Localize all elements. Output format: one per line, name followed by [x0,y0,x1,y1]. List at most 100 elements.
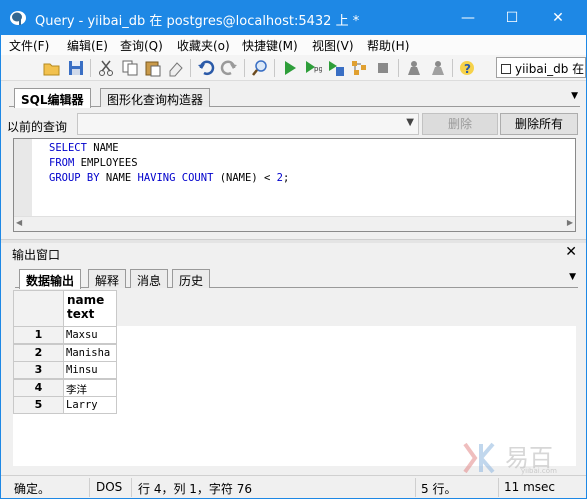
horizontal-scrollbar[interactable]: ◀ ▶ [14,216,575,231]
menu-query[interactable]: 查询(Q) [120,37,163,54]
sql-editor[interactable]: SELECT NAME FROM EMPLOYEES GROUP BY NAME H… [13,138,576,232]
minimize-button[interactable]: — [445,1,491,35]
previous-queries-select[interactable]: ▼ [77,113,419,135]
status-encoding: DOS [96,480,123,494]
find-icon[interactable] [251,59,269,77]
pgadmin-elephant-icon [10,11,26,25]
panel-splitter[interactable] [1,239,586,243]
tab-list-arrow-icon[interactable]: ▼ [571,91,578,101]
close-button[interactable]: ✕ [535,1,581,35]
toolbar-separator [398,59,399,77]
delete-all-button[interactable]: 删除所有 [500,113,578,135]
maximize-button[interactable]: ☐ [489,1,535,35]
stop-icon[interactable] [374,59,392,77]
grid-corner[interactable] [13,290,64,327]
sql-line: GROUP BY NAME HAVING COUNT (NAME) < 2; [49,171,289,186]
tab-explain[interactable]: 解释 [88,269,127,288]
copy-icon[interactable] [121,59,139,77]
sql-keyword: FROM [49,157,75,169]
previous-queries-label: 以前的查询 [7,120,68,134]
menu-view[interactable]: 视图(V) [312,37,354,54]
row-number[interactable]: 1 [13,326,64,344]
database-selector[interactable]: yiibai_db 在 [496,57,586,78]
status-message: 确定。 [14,482,51,496]
title-bar[interactable]: Query - yiibai_db 在 postgres@localhost:5… [1,1,586,35]
menu-bar: 文件(F) 编辑(E) 查询(Q) 收藏夹(o) 快捷键(M) 视图(V) 帮助… [1,35,586,55]
output-pane-title: 输出窗口 [12,248,61,262]
tab-data-output[interactable]: 数据输出 [19,269,82,289]
undo-icon[interactable] [197,59,215,77]
toolbar-separator [244,59,245,77]
database-label: yiibai_db 在 [515,62,585,76]
tab-graphical-query-builder[interactable]: 图形化查询构造器 [100,88,211,107]
sql-text: NAME [86,142,119,154]
menu-favorites[interactable]: 收藏夹(o) [177,37,230,54]
svg-text:pg: pg [314,65,322,73]
row-number[interactable]: 3 [13,361,64,379]
sql-keyword: COUNT [181,172,214,184]
rollback-icon[interactable] [429,59,447,77]
header-stripe [117,290,576,326]
commit-icon[interactable] [405,59,423,77]
sql-text: NAME [99,172,138,184]
column-type: text [67,307,95,321]
paste-icon[interactable] [144,59,162,77]
status-separator [131,478,132,497]
sql-keyword: SELECT [49,142,87,154]
help-icon[interactable]: ? [458,59,476,77]
execute-to-file-icon[interactable] [327,59,345,77]
scroll-left-icon[interactable]: ◀ [16,218,22,227]
toolbar-separator [452,59,453,77]
table-cell[interactable]: Manisha [63,343,117,362]
toolbar-separator [190,59,191,77]
menu-edit[interactable]: 编辑(E) [67,37,108,54]
sql-text: (NAME) < [213,172,277,184]
output-tabs: 数据输出 解释 消息 历史 ▼ [15,266,578,289]
checkbox-icon [501,64,511,74]
toolbar-separator [274,59,275,77]
tab-history[interactable]: 历史 [172,269,211,288]
toolbar-separator [90,59,91,77]
clear-icon[interactable] [167,59,185,77]
row-number[interactable]: 2 [13,343,64,362]
scroll-right-icon[interactable]: ▶ [567,218,573,227]
watermark-logo-icon [463,442,495,474]
menu-file[interactable]: 文件(F) [9,37,49,54]
delete-button[interactable]: 删除 [422,113,498,135]
menu-macros[interactable]: 快捷键(M) [242,37,298,54]
redo-icon[interactable] [220,59,238,77]
open-file-icon[interactable] [43,59,61,77]
status-exec-time: 11 msec [504,480,556,494]
execute-pgscript-icon[interactable]: pg [304,59,322,77]
table-cell[interactable]: Maxsu [63,326,117,344]
column-name: name [67,293,105,307]
tab-list-arrow-icon[interactable]: ▼ [569,272,576,282]
status-cursor-position: 行 4，列 1，字符 76 [138,482,252,496]
status-row-count: 5 行。 [421,482,457,496]
table-cell[interactable]: 李洋 [63,378,117,397]
status-separator [498,478,499,497]
tab-sql-editor[interactable]: SQL编辑器 [14,88,91,108]
watermark-subtext: yiibai.com [521,467,557,475]
svg-text:?: ? [464,62,471,76]
table-cell[interactable]: Larry [63,396,117,414]
status-separator [415,478,416,497]
sql-code[interactable]: SELECT NAME FROM EMPLOYEES GROUP BY NAME H… [49,141,289,186]
sql-keyword: GROUP BY [49,172,100,184]
close-output-button[interactable]: ✕ [565,244,577,260]
tab-messages[interactable]: 消息 [130,269,169,288]
row-number[interactable]: 4 [13,378,64,397]
chevron-down-icon: ▼ [406,117,414,128]
toolbar: pg ? yiibai_db 在 [1,55,586,81]
editor-gutter [14,139,32,216]
save-icon[interactable] [67,59,85,77]
execute-icon[interactable] [281,59,299,77]
menu-help[interactable]: 帮助(H) [367,37,409,54]
cut-icon[interactable] [97,59,115,77]
explain-icon[interactable] [350,59,368,77]
table-cell[interactable]: Minsu [63,361,117,379]
sql-text: EMPLOYEES [74,157,138,169]
watermark: 易百 yiibai.com [461,438,571,478]
row-number[interactable]: 5 [13,396,64,414]
column-header-name[interactable]: name text [63,290,117,327]
